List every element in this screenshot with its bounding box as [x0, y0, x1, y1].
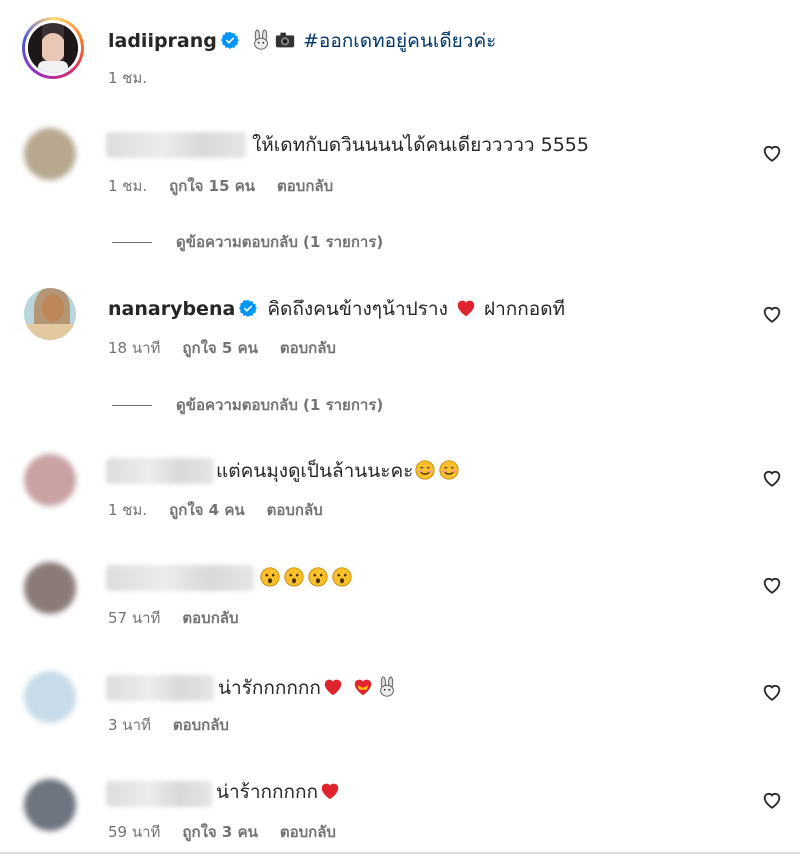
comment-avatar[interactable] — [24, 288, 76, 340]
comment-time[interactable]: 18 นาที — [108, 339, 160, 357]
comment-likes[interactable]: ถูกใจ 4 คน — [169, 501, 244, 519]
comment-meta: 57 นาที ตอบกลับ — [108, 608, 261, 628]
verified-badge-icon — [220, 31, 239, 49]
comment-line: น่ารักกกกกก — [218, 675, 399, 701]
comment-likes[interactable]: ถูกใจ 15 คน — [169, 177, 255, 195]
smiling-face-emoji — [439, 460, 460, 480]
red-heart-emoji — [324, 679, 342, 696]
comment-line: น่าร้ากกกกก — [216, 779, 342, 805]
comment-avatar[interactable] — [24, 128, 76, 180]
comment-meta: 18 นาที ถูกใจ 5 คน ตอบกลับ — [108, 338, 358, 358]
comment-likes[interactable]: ถูกใจ 5 คน — [182, 339, 257, 357]
heart-outline-icon[interactable] — [761, 789, 783, 811]
red-heart-emoji — [321, 783, 339, 800]
comment-meta: 1 ชม. ถูกใจ 4 คน ตอบกลับ — [108, 500, 345, 520]
caption-meta: 1 ชม. — [108, 68, 169, 88]
comment-username-blurred[interactable] — [106, 458, 214, 484]
reply-button[interactable]: ตอบกลับ — [280, 339, 336, 357]
comment-item: nanarybena คิดถึงคนข้างๆน้าปราง ฝากกอดที… — [0, 270, 800, 430]
reply-button[interactable]: ตอบกลับ — [277, 177, 333, 195]
comment-username[interactable]: nanarybena — [108, 298, 235, 320]
caption-line: ladiiprang #ออกเดทอยู่คนเดียวค่ะ — [108, 28, 496, 54]
replies-divider — [112, 405, 152, 406]
comment-item: น่ารักกกกกก 3 นาที ตอบกลับ — [0, 657, 800, 762]
rabbit-emoji — [254, 29, 268, 50]
heart-with-ribbon-emoji — [354, 679, 372, 696]
caption-hashtag[interactable]: #ออกเดทอยู่คนเดียวค่ะ — [303, 30, 496, 52]
caption-row: ladiiprang #ออกเดทอยู่คนเดียวค่ะ 1 ชม. — [0, 0, 800, 110]
comment-text: แต่คนมุงดูเป็นล้านนะคะ — [216, 460, 414, 482]
verified-badge-icon — [239, 299, 258, 317]
comment-avatar[interactable] — [24, 779, 76, 831]
comment-likes[interactable]: ถูกใจ 3 คน — [182, 823, 257, 841]
replies-divider — [112, 242, 152, 243]
rabbit-emoji — [380, 676, 394, 697]
astonished-face-emoji — [332, 567, 352, 587]
comment-time[interactable]: 59 นาที — [108, 823, 160, 841]
comment-time[interactable]: 1 ชม. — [108, 177, 147, 195]
reply-button[interactable]: ตอบกลับ — [267, 501, 323, 519]
comment-text: น่ารักกกกกก — [218, 677, 321, 699]
comment-avatar[interactable] — [24, 671, 76, 723]
comment-time[interactable]: 57 นาที — [108, 609, 160, 627]
reply-button[interactable]: ตอบกลับ — [280, 823, 336, 841]
comment-avatar[interactable] — [24, 454, 76, 506]
comment-meta: 3 นาที ตอบกลับ — [108, 715, 251, 735]
heart-outline-icon[interactable] — [761, 681, 783, 703]
bottom-divider — [0, 852, 800, 854]
reply-button[interactable]: ตอบกลับ — [182, 609, 238, 627]
comment-avatar[interactable] — [24, 562, 76, 614]
view-replies-button[interactable]: ดูข้อความตอบกลับ (1 รายการ) — [112, 232, 383, 252]
caption-time[interactable]: 1 ชม. — [108, 69, 147, 87]
comment-time[interactable]: 1 ชม. — [108, 501, 147, 519]
view-replies-button[interactable]: ดูข้อความตอบกลับ (1 รายการ) — [112, 395, 383, 415]
comment-username-blurred[interactable] — [106, 781, 212, 807]
comment-text: ให้เดทกับดวินนนนได้คนเดียววววว 5555 — [252, 134, 589, 156]
comment-time[interactable]: 3 นาที — [108, 716, 151, 734]
comment-emojis — [258, 565, 354, 591]
heart-outline-icon[interactable] — [761, 574, 783, 596]
heart-outline-icon[interactable] — [761, 303, 783, 325]
comment-line: nanarybena คิดถึงคนข้างๆน้าปราง ฝากกอดที — [108, 296, 565, 322]
comment-text: คิดถึงคนข้างๆน้าปราง — [267, 298, 448, 320]
reply-button[interactable]: ตอบกลับ — [173, 716, 229, 734]
camera-emoji — [275, 32, 295, 48]
comment-username-blurred[interactable] — [106, 132, 246, 158]
comment-item: น่าร้ากกกกก 59 นาที ถูกใจ 3 คน ตอบกลับ — [0, 765, 800, 855]
comment-item: 57 นาที ตอบกลับ — [0, 548, 800, 653]
comment-meta: 59 นาที ถูกใจ 3 คน ตอบกลับ — [108, 822, 358, 842]
caption-avatar[interactable] — [22, 17, 84, 79]
view-replies-label: ดูข้อความตอบกลับ (1 รายการ) — [176, 233, 384, 251]
comment-meta: 1 ชม. ถูกใจ 15 คน ตอบกลับ — [108, 176, 355, 196]
comment-item: ให้เดทกับดวินนนนได้คนเดียววววว 5555 1 ชม… — [0, 110, 800, 270]
comment-line: แต่คนมุงดูเป็นล้านนะคะ — [216, 458, 461, 484]
astonished-face-emoji — [308, 567, 328, 587]
heart-outline-icon[interactable] — [761, 467, 783, 489]
red-heart-emoji — [457, 300, 475, 317]
smiling-face-emoji — [415, 460, 436, 480]
astonished-face-emoji — [260, 567, 280, 587]
astonished-face-emoji — [284, 567, 304, 587]
comment-text: น่าร้ากกกกก — [216, 781, 319, 803]
caption-username[interactable]: ladiiprang — [108, 30, 217, 52]
comment-text-after: ฝากกอดที — [483, 298, 566, 320]
comment-username-blurred[interactable] — [106, 675, 214, 701]
view-replies-label: ดูข้อความตอบกลับ (1 รายการ) — [176, 396, 384, 414]
heart-outline-icon[interactable] — [761, 142, 783, 164]
comment-username-blurred[interactable] — [106, 565, 254, 591]
comment-item: แต่คนมุงดูเป็นล้านนะคะ 1 ชม. ถูกใจ 4 คน ตอ… — [0, 440, 800, 545]
